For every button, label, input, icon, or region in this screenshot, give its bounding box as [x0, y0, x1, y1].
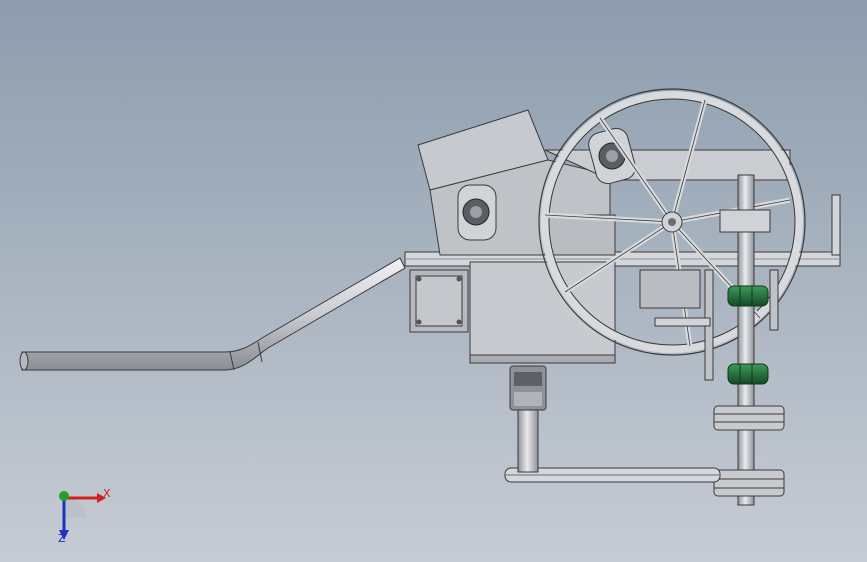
pulley-lower[interactable]	[713, 469, 785, 497]
discharge-pipe[interactable]	[19, 257, 406, 371]
pulley-upper[interactable]	[713, 405, 785, 431]
z-axis-label: Z	[58, 532, 66, 545]
gear-box-cover[interactable]	[409, 269, 469, 333]
handle-upper[interactable]	[727, 285, 769, 307]
bearing-left[interactable]	[457, 184, 497, 241]
x-axis-label: X	[103, 487, 111, 500]
cad-viewport[interactable]: X Z	[0, 0, 867, 562]
coordinate-triad: X Z	[58, 487, 111, 545]
shaft-coupling[interactable]	[509, 365, 547, 411]
lower-shaft-left[interactable]	[517, 409, 539, 473]
main-housing[interactable]	[469, 261, 616, 364]
handle-lower[interactable]	[727, 363, 769, 385]
motor-bracket[interactable]	[639, 269, 711, 327]
y-axis-dot	[59, 491, 69, 501]
